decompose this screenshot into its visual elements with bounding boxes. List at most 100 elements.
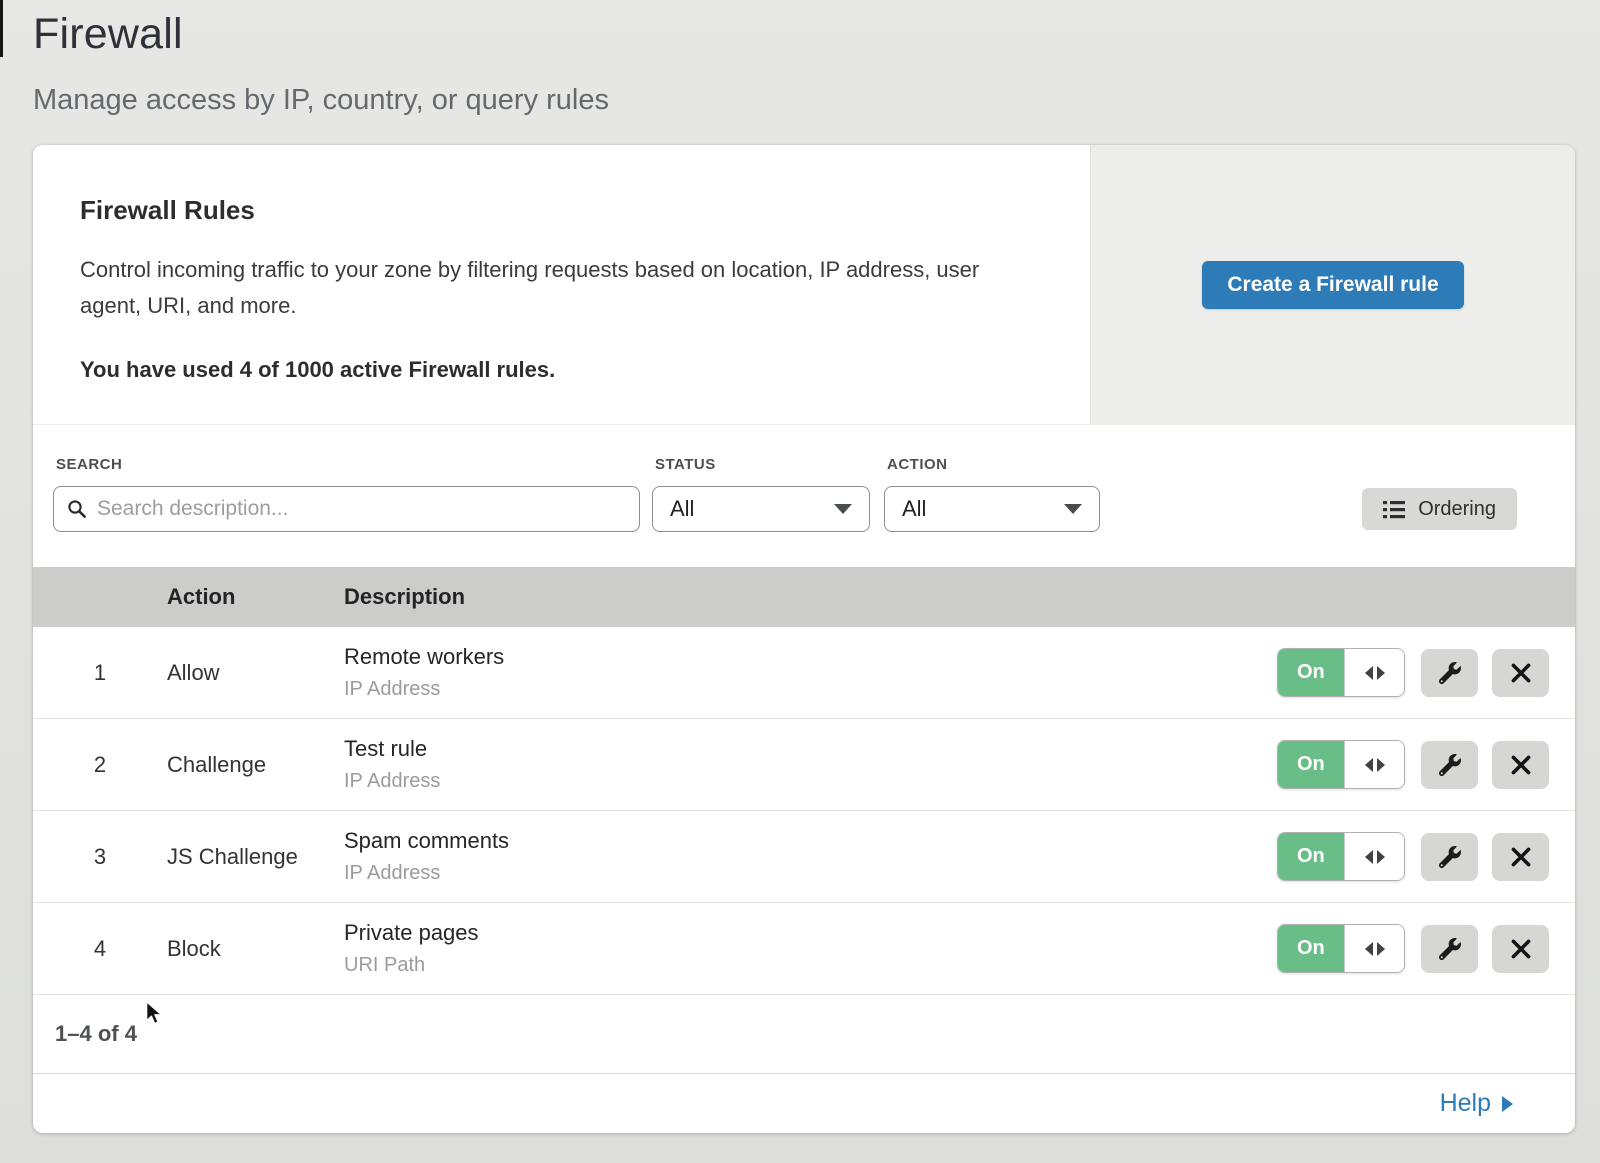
search-box bbox=[53, 486, 640, 532]
rule-priority: 1 bbox=[33, 660, 167, 686]
table-row: 2 Challenge Test rule IP Address On bbox=[33, 719, 1575, 811]
delete-rule-button[interactable] bbox=[1492, 741, 1549, 789]
action-filter-group: ACTION All bbox=[884, 456, 1100, 532]
help-link[interactable]: Help bbox=[1440, 1089, 1513, 1118]
action-label: ACTION bbox=[887, 456, 1100, 473]
table-header: Action Description bbox=[33, 567, 1575, 627]
status-select[interactable]: All bbox=[652, 486, 870, 532]
toggle-knob[interactable] bbox=[1344, 741, 1405, 788]
caret-right-icon bbox=[1502, 1096, 1513, 1112]
rule-action: Challenge bbox=[167, 752, 344, 778]
rule-description: Private pages bbox=[344, 920, 1277, 946]
rule-field-type: IP Address bbox=[344, 862, 1277, 885]
delete-rule-button[interactable] bbox=[1492, 925, 1549, 973]
search-input[interactable] bbox=[97, 497, 626, 521]
page-title: Firewall bbox=[33, 10, 1600, 59]
toggle-knob[interactable] bbox=[1344, 649, 1405, 696]
chevron-down-icon bbox=[834, 504, 852, 514]
description-column-header: Description bbox=[344, 584, 1277, 610]
rule-description-cell: Test rule IP Address bbox=[344, 736, 1277, 793]
search-filter-group: SEARCH bbox=[53, 456, 640, 532]
toggle-knob[interactable] bbox=[1344, 833, 1405, 880]
rule-controls: On bbox=[1277, 740, 1575, 789]
action-select[interactable]: All bbox=[884, 486, 1100, 532]
toggle-knob[interactable] bbox=[1344, 925, 1405, 972]
caret-left-icon bbox=[1365, 942, 1373, 956]
rule-field-type: IP Address bbox=[344, 770, 1277, 793]
chevron-down-icon bbox=[1064, 504, 1082, 514]
rule-description-cell: Remote workers IP Address bbox=[344, 644, 1277, 701]
toggle-on-label[interactable]: On bbox=[1278, 741, 1344, 788]
caret-left-icon bbox=[1365, 666, 1373, 680]
toggle-on-label[interactable]: On bbox=[1278, 833, 1344, 880]
caret-right-icon bbox=[1377, 666, 1385, 680]
caret-right-icon bbox=[1377, 758, 1385, 772]
firewall-rules-card: Firewall Rules Control incoming traffic … bbox=[33, 145, 1575, 1133]
create-firewall-rule-button[interactable]: Create a Firewall rule bbox=[1202, 261, 1463, 309]
rule-controls: On bbox=[1277, 648, 1575, 697]
pagination-row: 1–4 of 4 bbox=[33, 995, 1575, 1073]
rule-enabled-toggle[interactable]: On bbox=[1277, 924, 1405, 973]
delete-rule-button[interactable] bbox=[1492, 649, 1549, 697]
pagination-count: 1–4 of 4 bbox=[55, 1021, 137, 1047]
card-title: Firewall Rules bbox=[80, 195, 1030, 226]
create-rule-panel: Create a Firewall rule bbox=[1090, 145, 1575, 424]
toggle-on-label[interactable]: On bbox=[1278, 925, 1344, 972]
wrench-icon bbox=[1439, 846, 1461, 868]
action-column-header: Action bbox=[167, 584, 344, 610]
ordered-list-icon bbox=[1383, 500, 1405, 519]
rule-field-type: URI Path bbox=[344, 954, 1277, 977]
rule-action: Block bbox=[167, 936, 344, 962]
rule-controls: On bbox=[1277, 832, 1575, 881]
action-select-value: All bbox=[902, 496, 926, 522]
ordering-button[interactable]: Ordering bbox=[1362, 488, 1517, 530]
delete-rule-button[interactable] bbox=[1492, 833, 1549, 881]
rule-priority: 2 bbox=[33, 752, 167, 778]
rule-description: Remote workers bbox=[344, 644, 1277, 670]
rules-usage-text: You have used 4 of 1000 active Firewall … bbox=[80, 357, 1030, 383]
caret-right-icon bbox=[1377, 942, 1385, 956]
wrench-icon bbox=[1439, 662, 1461, 684]
rule-priority: 3 bbox=[33, 844, 167, 870]
rule-enabled-toggle[interactable]: On bbox=[1277, 740, 1405, 789]
intro-text-panel: Firewall Rules Control incoming traffic … bbox=[33, 145, 1090, 424]
page-header: Firewall Manage access by IP, country, o… bbox=[0, 0, 1600, 117]
status-select-value: All bbox=[670, 496, 694, 522]
edit-rule-button[interactable] bbox=[1421, 833, 1478, 881]
search-icon bbox=[67, 499, 87, 519]
search-label: SEARCH bbox=[56, 456, 640, 473]
table-row: 3 JS Challenge Spam comments IP Address … bbox=[33, 811, 1575, 903]
rule-enabled-toggle[interactable]: On bbox=[1277, 648, 1405, 697]
rule-controls: On bbox=[1277, 924, 1575, 973]
rule-action: Allow bbox=[167, 660, 344, 686]
status-filter-group: STATUS All bbox=[652, 456, 870, 532]
ordering-button-label: Ordering bbox=[1418, 498, 1496, 521]
x-icon bbox=[1511, 755, 1531, 775]
x-icon bbox=[1511, 847, 1531, 867]
rule-priority: 4 bbox=[33, 936, 167, 962]
table-row: 1 Allow Remote workers IP Address On bbox=[33, 627, 1575, 719]
edit-rule-button[interactable] bbox=[1421, 649, 1478, 697]
intro-section: Firewall Rules Control incoming traffic … bbox=[33, 145, 1575, 425]
help-link-label: Help bbox=[1440, 1089, 1491, 1118]
rule-description: Test rule bbox=[344, 736, 1277, 762]
card-description: Control incoming traffic to your zone by… bbox=[80, 252, 1030, 324]
filters-bar: SEARCH STATUS All ACTION All bbox=[33, 425, 1575, 567]
rules-table-body: 1 Allow Remote workers IP Address On bbox=[33, 627, 1575, 995]
page-subtitle: Manage access by IP, country, or query r… bbox=[33, 84, 1600, 117]
wrench-icon bbox=[1439, 754, 1461, 776]
caret-left-icon bbox=[1365, 758, 1373, 772]
help-row: Help bbox=[33, 1074, 1575, 1133]
edit-rule-button[interactable] bbox=[1421, 741, 1478, 789]
rule-description-cell: Spam comments IP Address bbox=[344, 828, 1277, 885]
toggle-on-label[interactable]: On bbox=[1278, 649, 1344, 696]
x-icon bbox=[1511, 939, 1531, 959]
status-label: STATUS bbox=[655, 456, 870, 473]
caret-right-icon bbox=[1377, 850, 1385, 864]
rule-action: JS Challenge bbox=[167, 844, 344, 870]
wrench-icon bbox=[1439, 938, 1461, 960]
screen-edge-artifact bbox=[0, 0, 3, 57]
rule-enabled-toggle[interactable]: On bbox=[1277, 832, 1405, 881]
edit-rule-button[interactable] bbox=[1421, 925, 1478, 973]
table-row: 4 Block Private pages URI Path On bbox=[33, 903, 1575, 995]
